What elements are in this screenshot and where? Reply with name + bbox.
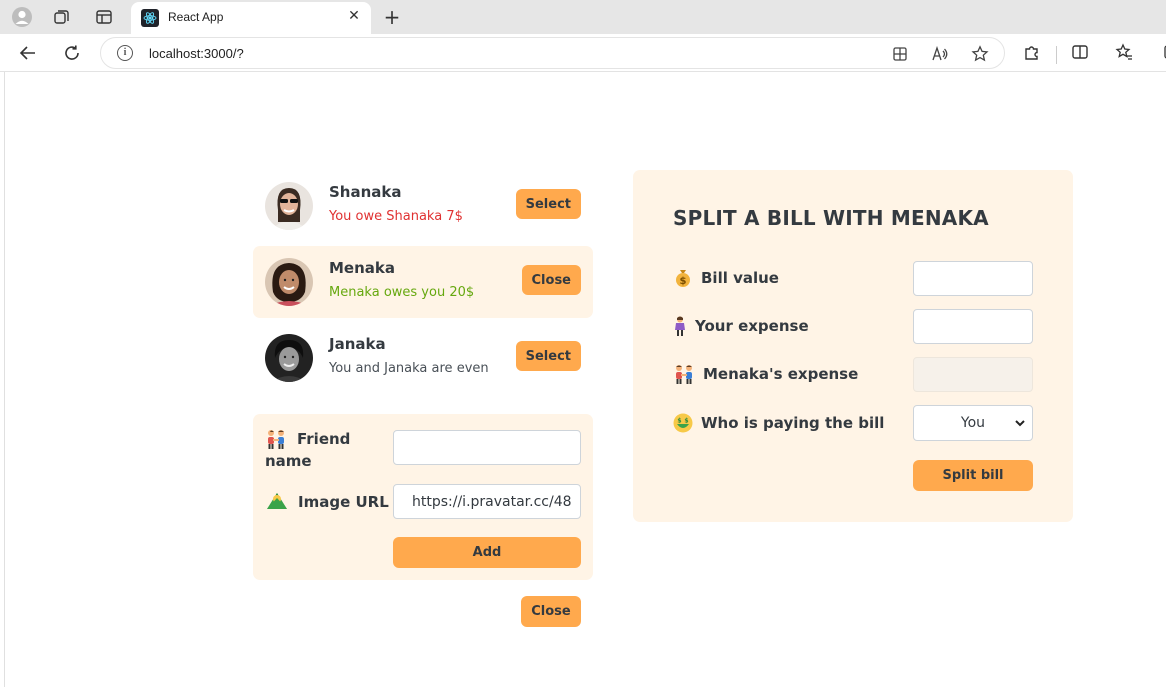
read-aloud-icon[interactable] bbox=[929, 44, 951, 64]
avatar bbox=[265, 182, 313, 230]
avatar bbox=[265, 334, 313, 382]
browser-tab-bar: React App ✕ + bbox=[0, 0, 1166, 34]
friend-name: Janaka bbox=[329, 335, 386, 353]
add-friend-form: Friend name Image URL https://i.pravatar… bbox=[253, 414, 593, 580]
friend-item-janaka: Janaka You and Janaka are even Select bbox=[253, 322, 593, 394]
address-bar[interactable]: i localhost:3000/? bbox=[100, 37, 1005, 69]
url-text[interactable]: localhost:3000/? bbox=[149, 46, 244, 61]
close-form-button[interactable]: Close bbox=[521, 596, 581, 627]
your-expense-input[interactable] bbox=[913, 309, 1033, 344]
bill-value-label: Bill value bbox=[701, 269, 779, 287]
svg-text:$: $ bbox=[684, 418, 688, 425]
bill-value-input[interactable] bbox=[913, 261, 1033, 296]
friend-expense-input bbox=[913, 357, 1033, 392]
select-friend-button[interactable]: Select bbox=[515, 341, 581, 371]
chevron-down-icon bbox=[1014, 417, 1026, 433]
browser-toolbar: i localhost:3000/? bbox=[0, 34, 1166, 72]
select-friend-button[interactable]: Select bbox=[515, 189, 581, 219]
split-bill-button[interactable]: Split bill bbox=[913, 460, 1033, 491]
friend-balance: You and Janaka are even bbox=[329, 361, 489, 376]
toolbar-divider bbox=[1056, 46, 1057, 64]
close-friend-button[interactable]: Close bbox=[521, 265, 581, 295]
woman-standing-icon bbox=[673, 316, 687, 336]
back-icon[interactable] bbox=[16, 42, 40, 64]
favorite-star-icon[interactable] bbox=[969, 44, 991, 64]
favorites-icon[interactable] bbox=[1113, 42, 1135, 62]
image-url-input[interactable]: https://i.pravatar.cc/48 bbox=[393, 484, 581, 519]
collections-icon[interactable] bbox=[1157, 42, 1166, 62]
money-mouth-face-icon: $ $ bbox=[673, 413, 693, 433]
avatar bbox=[265, 258, 313, 306]
tab-actions-icon[interactable] bbox=[92, 6, 116, 28]
mountain-image-icon bbox=[266, 490, 287, 510]
friend-balance: Menaka owes you 20$ bbox=[329, 285, 475, 300]
site-info-icon[interactable]: i bbox=[117, 45, 133, 61]
friend-balance: You owe Shanaka 7$ bbox=[329, 209, 463, 224]
split-screen-icon[interactable] bbox=[1069, 42, 1091, 62]
friend-expense-label: Menaka's expense bbox=[703, 365, 859, 383]
friend-name: Menaka bbox=[329, 259, 395, 277]
svg-text:$: $ bbox=[680, 276, 687, 287]
tab-close-icon[interactable]: ✕ bbox=[345, 8, 363, 24]
browser-tab[interactable]: React App ✕ bbox=[131, 2, 371, 34]
friend-item-menaka: Menaka Menaka owes you 20$ Close bbox=[253, 246, 593, 318]
payer-label-row: $ $ Who is paying the bill bbox=[673, 413, 884, 433]
friend-expense-label-row: Menaka's expense bbox=[673, 364, 858, 384]
extensions-icon[interactable] bbox=[1021, 42, 1043, 62]
your-expense-label-row: Your expense bbox=[673, 316, 809, 336]
payer-selected-value: You bbox=[960, 415, 986, 431]
svg-text:$: $ bbox=[677, 418, 681, 425]
add-friend-button[interactable]: Add bbox=[393, 537, 581, 568]
react-logo-icon bbox=[141, 9, 159, 27]
friend-name: Shanaka bbox=[329, 183, 402, 201]
new-tab-button[interactable]: + bbox=[381, 5, 403, 29]
app-install-icon[interactable] bbox=[889, 44, 911, 64]
tab-title: React App bbox=[168, 10, 224, 24]
friend-item-shanaka: Shanaka You owe Shanaka 7$ Select bbox=[253, 170, 593, 242]
payer-label: Who is paying the bill bbox=[701, 414, 885, 432]
money-bag-icon: $ bbox=[673, 268, 693, 288]
image-url-label: Image URL bbox=[298, 493, 389, 511]
payer-select[interactable]: You bbox=[913, 405, 1033, 441]
friend-name-label: Friend name bbox=[265, 430, 351, 470]
workspaces-icon[interactable] bbox=[50, 6, 74, 28]
reload-icon[interactable] bbox=[60, 42, 84, 64]
friend-name-input[interactable] bbox=[393, 430, 581, 465]
split-bill-form: SPLIT A BILL WITH MENAKA $ Bill value Yo… bbox=[633, 170, 1073, 522]
your-expense-label: Your expense bbox=[695, 317, 809, 335]
split-bill-title: SPLIT A BILL WITH MENAKA bbox=[673, 206, 989, 230]
profile-icon[interactable] bbox=[10, 6, 34, 28]
bill-value-label-row: $ Bill value bbox=[673, 268, 779, 288]
people-holding-hands-icon bbox=[673, 364, 695, 384]
